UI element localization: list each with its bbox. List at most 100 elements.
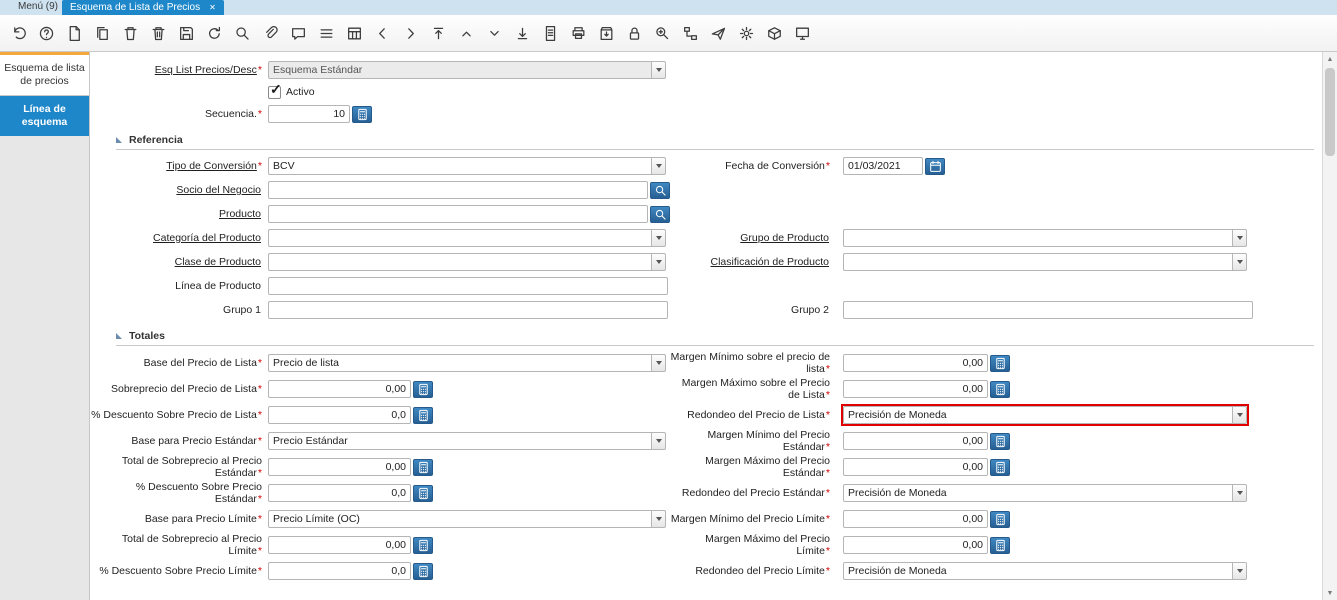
dropdown-button[interactable] — [1232, 562, 1247, 580]
calculator-button[interactable] — [413, 458, 433, 476]
dropdown-button[interactable] — [651, 229, 666, 247]
dropdown-button[interactable] — [651, 510, 666, 528]
detail-record-icon[interactable] — [485, 24, 503, 42]
categoria-del-producto-select[interactable] — [268, 229, 666, 247]
next-record-icon[interactable] — [401, 24, 419, 42]
save-icon[interactable] — [177, 24, 195, 42]
undo-icon[interactable] — [9, 24, 27, 42]
activo-checkbox[interactable]: ✓ — [268, 81, 282, 99]
first-record-icon[interactable] — [429, 24, 447, 42]
preferences-icon[interactable] — [737, 24, 755, 42]
dropdown-button[interactable] — [1232, 253, 1247, 271]
fecha-de-conversion-input[interactable]: 01/03/2021 — [843, 157, 923, 175]
dropdown-button[interactable] — [651, 157, 666, 175]
collapse-section-icon[interactable] — [116, 333, 122, 339]
calculator-button[interactable] — [413, 406, 433, 424]
calculator-button[interactable] — [413, 484, 433, 502]
redondeo-precio-estandar-select[interactable]: Precisión de Moneda — [843, 484, 1247, 502]
margen-maximo-precio-lista-input[interactable]: 0,00 — [843, 380, 988, 398]
producto-input[interactable] — [268, 205, 648, 223]
new-record-icon[interactable] — [65, 24, 83, 42]
product-search-button[interactable] — [650, 205, 670, 223]
scroll-down-button[interactable]: ▼ — [1323, 586, 1337, 600]
calculator-button[interactable] — [990, 536, 1010, 554]
sobreprecio-precio-limite-input[interactable]: 0,00 — [268, 536, 411, 554]
dropdown-button[interactable] — [651, 354, 666, 372]
previous-record-icon[interactable] — [373, 24, 391, 42]
calendar-button[interactable] — [925, 157, 945, 175]
delete-selection-icon[interactable] — [149, 24, 167, 42]
zoom-across-icon[interactable] — [653, 24, 671, 42]
descuento-precio-lista-input[interactable]: 0,0 — [268, 406, 411, 424]
active-workflows-icon[interactable] — [681, 24, 699, 42]
tipo-de-conversion-select[interactable]: BCV — [268, 157, 666, 175]
dropdown-button[interactable] — [1232, 406, 1247, 424]
base-precio-limite-select[interactable]: Precio Límite (OC) — [268, 510, 666, 528]
menu-button[interactable]: Menú (9) — [0, 0, 62, 15]
lock-icon[interactable] — [625, 24, 643, 42]
delete-record-icon[interactable] — [121, 24, 139, 42]
report-icon[interactable] — [541, 24, 559, 42]
calculator-button[interactable] — [990, 458, 1010, 476]
margen-minimo-precio-lista-input[interactable]: 0,00 — [843, 354, 988, 372]
margen-maximo-precio-estandar-input[interactable]: 0,00 — [843, 458, 988, 476]
help-icon[interactable] — [37, 24, 55, 42]
product-info-icon[interactable] — [765, 24, 783, 42]
help-panel-icon[interactable] — [793, 24, 811, 42]
sidebar-tab-linea-de-esquema[interactable]: Línea de esquema — [0, 96, 89, 136]
collapse-section-icon[interactable] — [116, 137, 122, 143]
grupo-de-producto-select[interactable] — [843, 229, 1247, 247]
calculator-button[interactable] — [990, 510, 1010, 528]
refresh-icon[interactable] — [205, 24, 223, 42]
calculator-button[interactable] — [413, 562, 433, 580]
attachment-icon[interactable] — [261, 24, 279, 42]
close-icon[interactable]: ✕ — [209, 3, 216, 12]
descuento-precio-estandar-input[interactable]: 0,0 — [268, 484, 411, 502]
sidebar-tab-esquema-lista-precios[interactable]: Esquema de lista de precios — [0, 52, 89, 96]
scroll-up-button[interactable]: ▲ — [1323, 52, 1337, 66]
secuencia-input[interactable]: 10 — [268, 105, 350, 123]
dropdown-button[interactable] — [651, 61, 666, 79]
redondeo-precio-lista-select[interactable]: Precisión de Moneda — [843, 406, 1247, 424]
window-tab[interactable]: Esquema de Lista de Precios ✕ — [62, 0, 224, 15]
redondeo-precio-limite-select[interactable]: Precisión de Moneda — [843, 562, 1247, 580]
linea-de-producto-input[interactable] — [268, 277, 668, 295]
bpartner-search-button[interactable] — [650, 181, 670, 199]
sobreprecio-precio-lista-input[interactable]: 0,00 — [268, 380, 411, 398]
clasificacion-de-producto-select[interactable] — [843, 253, 1247, 271]
toggle-multi-row-icon[interactable] — [317, 24, 335, 42]
grid-toggle-icon[interactable] — [345, 24, 363, 42]
dropdown-button[interactable] — [651, 432, 666, 450]
calculator-button[interactable] — [413, 536, 433, 554]
descuento-precio-limite-input[interactable]: 0,0 — [268, 562, 411, 580]
margen-maximo-precio-limite-input[interactable]: 0,00 — [843, 536, 988, 554]
print-icon[interactable] — [569, 24, 587, 42]
parent-record-icon[interactable] — [457, 24, 475, 42]
grupo-2-input[interactable] — [843, 301, 1253, 319]
vertical-scrollbar[interactable]: ▲ ▼ — [1322, 52, 1337, 600]
calculator-button[interactable] — [990, 354, 1010, 372]
base-precio-lista-select[interactable]: Precio de lista — [268, 354, 666, 372]
calculator-button[interactable] — [990, 432, 1010, 450]
dropdown-button[interactable] — [1232, 229, 1247, 247]
grupo-1-input[interactable] — [268, 301, 668, 319]
socio-del-negocio-input[interactable] — [268, 181, 648, 199]
calculator-button[interactable] — [990, 380, 1010, 398]
dropdown-button[interactable] — [1232, 484, 1247, 502]
last-record-icon[interactable] — [513, 24, 531, 42]
calculator-button[interactable] — [352, 105, 372, 123]
margen-minimo-precio-estandar-input[interactable]: 0,00 — [843, 432, 988, 450]
dropdown-button[interactable] — [651, 253, 666, 271]
calculator-button[interactable] — [413, 380, 433, 398]
copy-record-icon[interactable] — [93, 24, 111, 42]
base-precio-estandar-select[interactable]: Precio Estándar — [268, 432, 666, 450]
scrollbar-thumb[interactable] — [1325, 68, 1335, 156]
send-mail-icon[interactable] — [709, 24, 727, 42]
clase-de-producto-select[interactable] — [268, 253, 666, 271]
margen-minimo-precio-limite-input[interactable]: 0,00 — [843, 510, 988, 528]
export-icon[interactable] — [597, 24, 615, 42]
esq-list-precios-select[interactable]: Esquema Estándar — [268, 61, 666, 79]
find-icon[interactable] — [233, 24, 251, 42]
chat-icon[interactable] — [289, 24, 307, 42]
sobreprecio-precio-estandar-input[interactable]: 0,00 — [268, 458, 411, 476]
